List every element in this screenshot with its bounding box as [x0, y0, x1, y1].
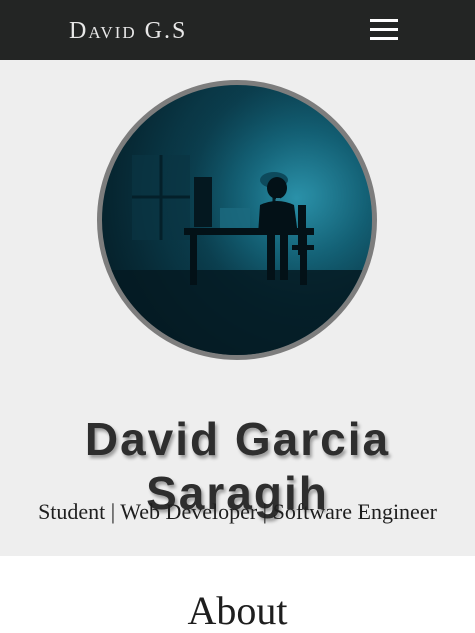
brand-logo-link[interactable]: David G.S — [69, 17, 187, 45]
profile-tagline: Student | Web Developer | Software Engin… — [38, 499, 437, 524]
profile-photo-illustration — [102, 85, 372, 355]
profile-photo — [97, 80, 377, 360]
about-section: About — [0, 556, 475, 633]
menu-bar-top — [370, 19, 398, 22]
menu-bar-bottom — [370, 37, 398, 40]
navbar: David G.S — [0, 0, 475, 60]
profile-name-first-line: David Garcia — [84, 412, 391, 465]
hamburger-menu-icon[interactable] — [366, 16, 402, 46]
about-heading: About — [187, 588, 288, 633]
menu-bar-middle — [370, 28, 398, 31]
hero-section: David Garcia Saragih Student | Web Devel… — [0, 60, 475, 556]
